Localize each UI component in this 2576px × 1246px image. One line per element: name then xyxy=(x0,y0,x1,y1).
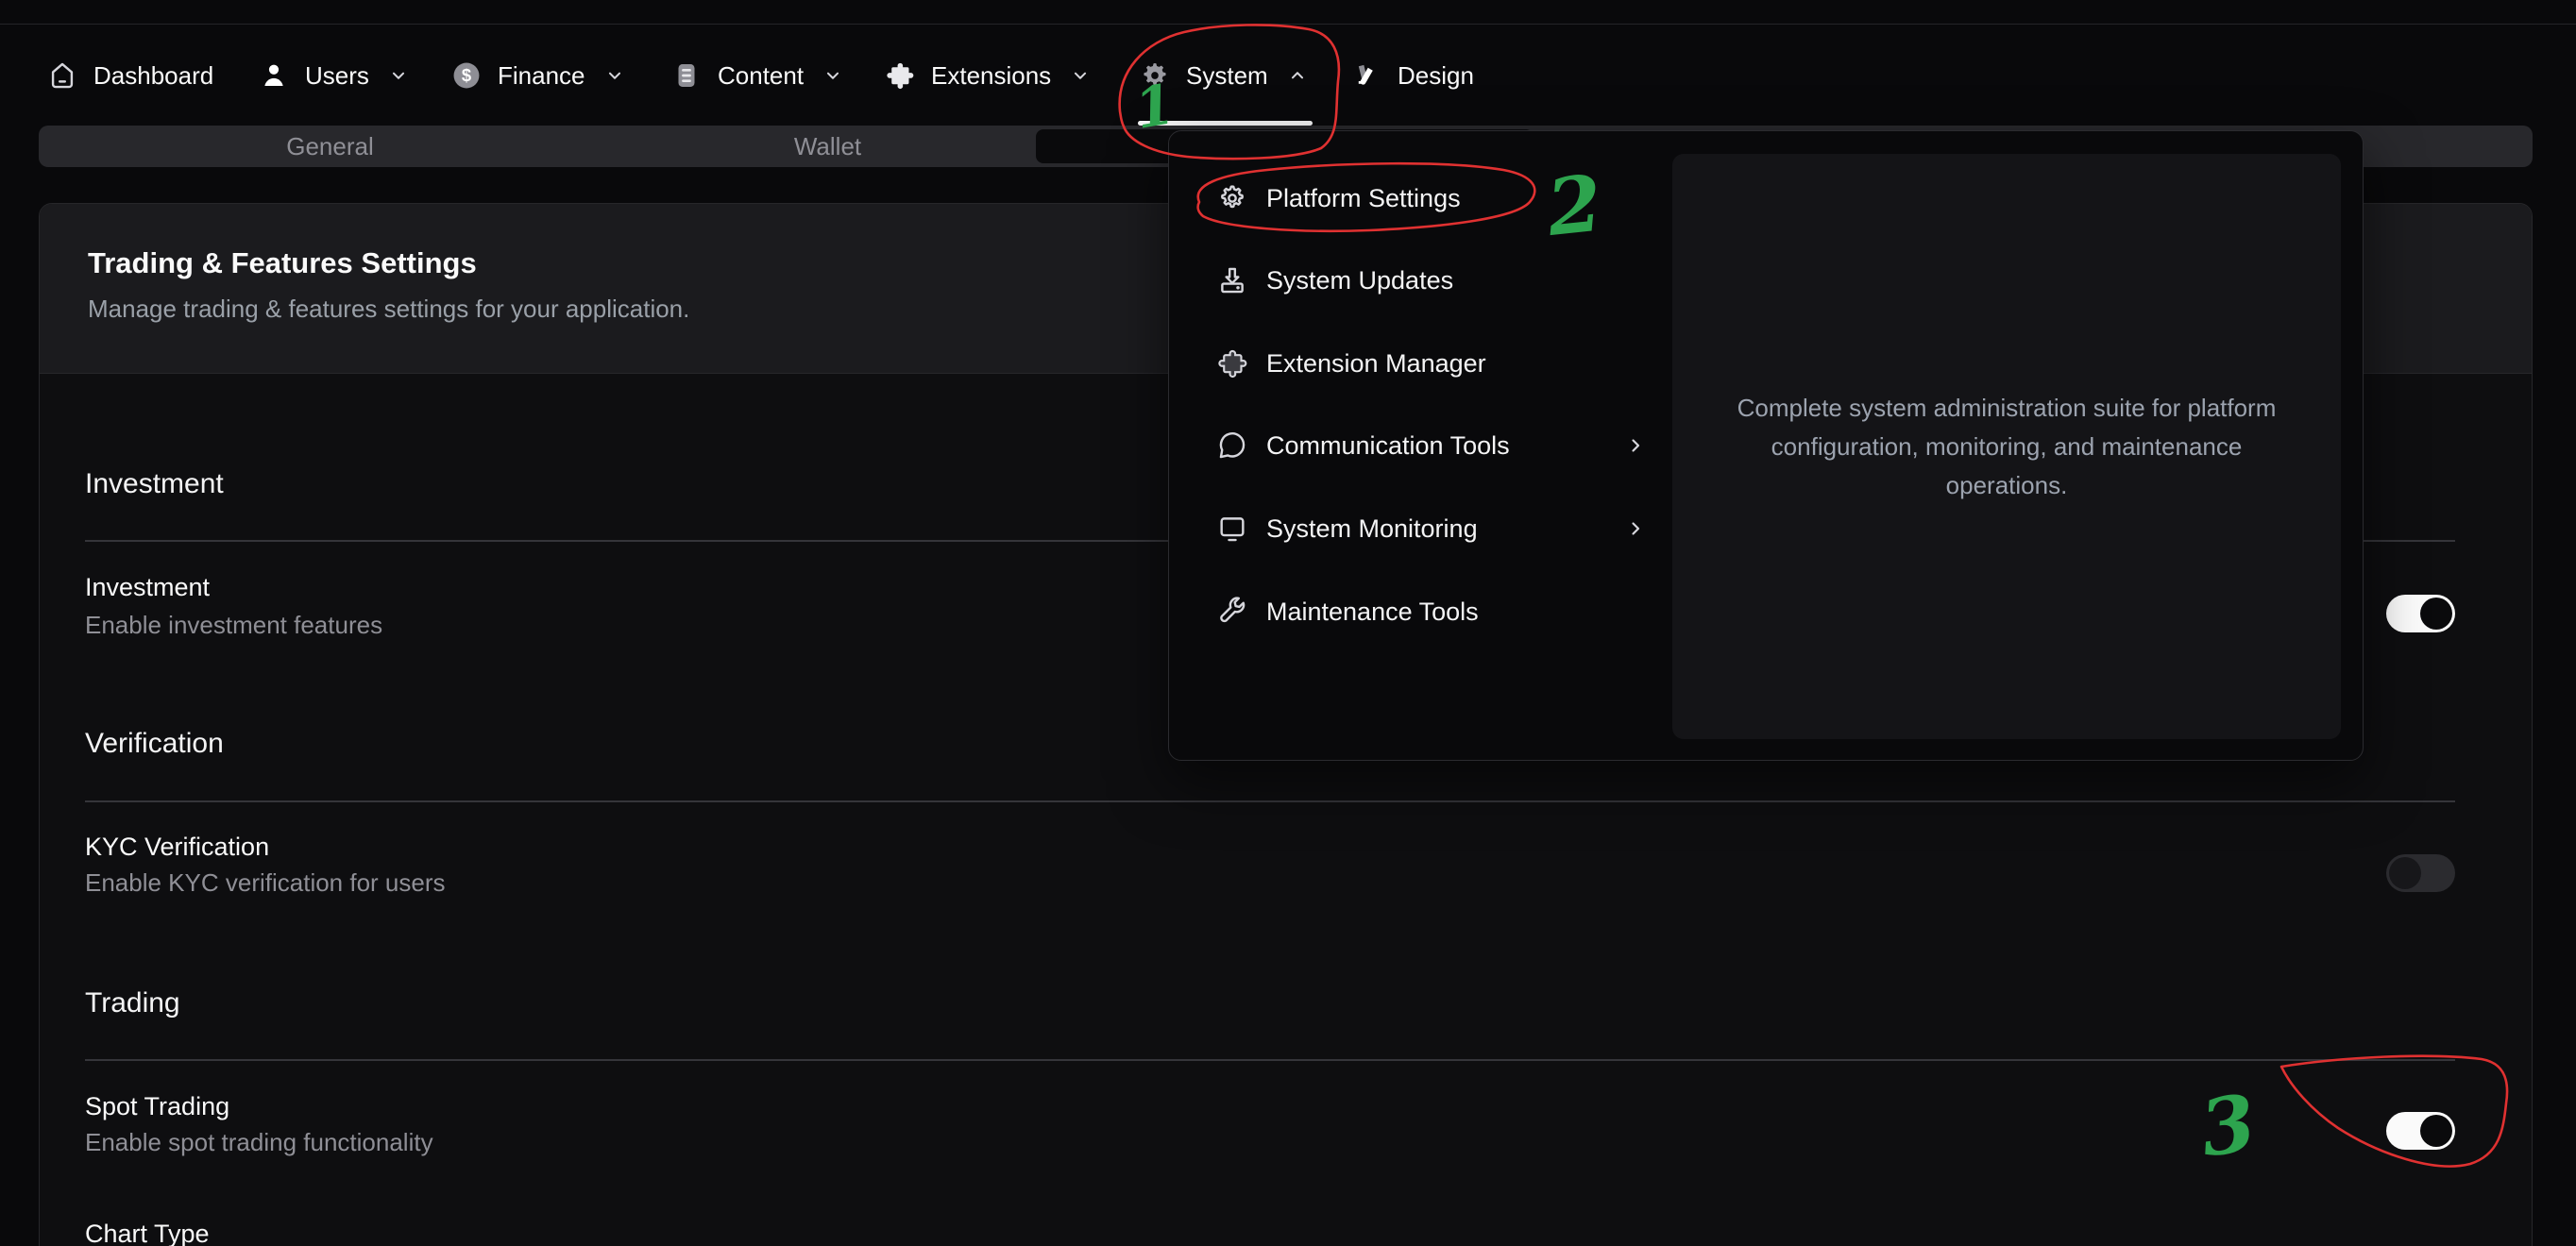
speech-bubble-icon xyxy=(1216,429,1248,462)
puzzle-icon xyxy=(1216,347,1248,379)
nav-label: Dashboard xyxy=(93,61,213,91)
nav-label: Users xyxy=(305,61,369,91)
document-icon xyxy=(670,59,703,92)
menu-description-line: Complete system administration suite for… xyxy=(1737,389,2277,428)
chevron-down-icon xyxy=(388,65,409,86)
menu-description-line: configuration, monitoring, and maintenan… xyxy=(1771,428,2243,466)
spot-trading-toggle[interactable] xyxy=(2386,1112,2455,1150)
kyc-verification-toggle[interactable] xyxy=(2386,854,2455,892)
download-icon xyxy=(1216,264,1248,296)
nav-label: Extensions xyxy=(931,61,1051,91)
system-dropdown-menu: Platform Settings System Updates Extensi… xyxy=(1168,130,2364,761)
setting-label-investment: Investment xyxy=(85,572,210,602)
setting-desc-kyc: Enable KYC verification for users xyxy=(85,867,446,898)
menu-item-label: Extension Manager xyxy=(1266,349,1486,379)
chevron-up-icon xyxy=(1287,65,1308,86)
monitor-icon xyxy=(1216,513,1248,545)
menu-item-platform-settings[interactable]: Platform Settings xyxy=(1182,167,1654,229)
wrench-icon xyxy=(1216,596,1248,628)
menu-description-line: operations. xyxy=(1946,466,2068,505)
setting-label-spot-trading: Spot Trading xyxy=(85,1091,229,1121)
menu-item-communication-tools[interactable]: Communication Tools xyxy=(1182,414,1654,477)
investment-toggle[interactable] xyxy=(2386,595,2455,632)
menu-item-label: System Updates xyxy=(1266,266,1453,295)
setting-label-chart-type: Chart Type xyxy=(85,1219,210,1246)
setting-desc-spot-trading: Enable spot trading functionality xyxy=(85,1127,433,1157)
chevron-right-icon xyxy=(1624,517,1647,540)
dollar-circle-icon: $ xyxy=(450,59,483,92)
home-icon xyxy=(46,59,78,92)
nav-label: Design xyxy=(1398,61,1474,91)
nav-label: Content xyxy=(718,61,804,91)
nav-item-system[interactable]: System xyxy=(1139,53,1308,98)
section-heading-investment: Investment xyxy=(85,468,224,500)
chevron-right-icon xyxy=(1624,434,1647,457)
menu-item-extension-manager[interactable]: Extension Manager xyxy=(1182,332,1654,395)
gear-icon xyxy=(1216,182,1248,214)
nav-item-finance[interactable]: $ Finance xyxy=(450,53,625,98)
menu-item-label: Communication Tools xyxy=(1266,431,1510,461)
menu-item-system-monitoring[interactable]: System Monitoring xyxy=(1182,497,1654,560)
design-icon xyxy=(1350,59,1382,92)
setting-label-kyc: KYC Verification xyxy=(85,832,269,862)
menu-item-maintenance-tools[interactable]: Maintenance Tools xyxy=(1182,581,1654,643)
chevron-down-icon xyxy=(604,65,625,86)
setting-desc-investment: Enable investment features xyxy=(85,610,382,640)
top-divider xyxy=(0,24,2576,25)
menu-item-system-updates[interactable]: System Updates xyxy=(1182,249,1654,312)
section-heading-verification: Verification xyxy=(85,728,224,760)
puzzle-icon xyxy=(884,59,916,92)
nav-item-design[interactable]: Design xyxy=(1350,53,1474,98)
nav-item-dashboard[interactable]: Dashboard xyxy=(46,53,213,98)
users-icon xyxy=(258,59,290,92)
chevron-down-icon xyxy=(822,65,843,86)
section-heading-trading: Trading xyxy=(85,987,180,1019)
menu-item-label: System Monitoring xyxy=(1266,514,1478,544)
svg-text:$: $ xyxy=(462,65,471,85)
tab-wallet[interactable]: Wallet xyxy=(579,126,1076,167)
section-divider xyxy=(85,1059,2455,1061)
chevron-down-icon xyxy=(1070,65,1091,86)
menu-item-label: Platform Settings xyxy=(1266,184,1461,213)
nav-label: System xyxy=(1186,61,1268,91)
section-divider xyxy=(85,800,2455,802)
gear-icon xyxy=(1139,59,1171,92)
nav-item-content[interactable]: Content xyxy=(670,53,843,98)
tab-general[interactable]: General xyxy=(81,126,579,167)
menu-description-panel: Complete system administration suite for… xyxy=(1672,154,2341,739)
nav-item-users[interactable]: Users xyxy=(258,53,409,98)
menu-item-label: Maintenance Tools xyxy=(1266,598,1479,627)
nav-item-extensions[interactable]: Extensions xyxy=(884,53,1091,98)
nav-label: Finance xyxy=(498,61,585,91)
